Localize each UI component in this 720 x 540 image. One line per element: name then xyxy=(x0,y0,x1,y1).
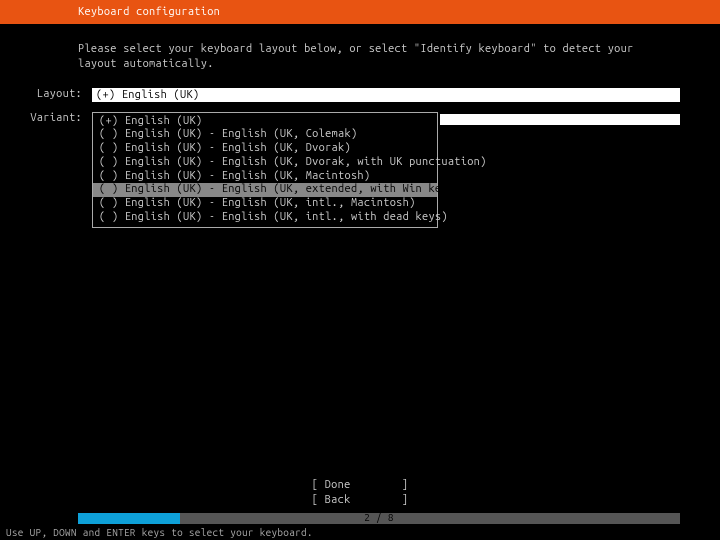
page-title: Keyboard configuration xyxy=(78,6,220,18)
variant-option[interactable]: ( ) English (UK) - English (UK, Colemak) xyxy=(93,128,437,142)
progress-bar: 2 / 8 xyxy=(78,513,680,524)
footer-hint: Use UP, DOWN and ENTER keys to select yo… xyxy=(6,527,313,538)
variant-row: Variant: (+) English (UK)( ) English (UK… xyxy=(0,112,720,228)
back-label: Back xyxy=(325,494,351,506)
variant-option[interactable]: ( ) English (UK) - English (UK, extended… xyxy=(93,183,437,197)
variant-option[interactable]: ( ) English (UK) - English (UK, Dvorak, … xyxy=(93,156,437,170)
variant-option[interactable]: ( ) English (UK) - English (UK, intl., M… xyxy=(93,197,437,211)
done-button[interactable]: [ Done] xyxy=(0,478,720,493)
variant-option[interactable]: (+) English (UK) xyxy=(93,115,437,129)
variant-option[interactable]: ( ) English (UK) - English (UK, Macintos… xyxy=(93,170,437,184)
progress-text: 2 / 8 xyxy=(78,512,680,523)
layout-row: Layout: (+) English (UK) xyxy=(0,88,720,102)
header-bar: Keyboard configuration xyxy=(0,0,720,24)
variant-option[interactable]: ( ) English (UK) - English (UK, Dvorak) xyxy=(93,142,437,156)
content-area: Please select your keyboard layout below… xyxy=(0,24,720,228)
back-button[interactable]: [ Back] xyxy=(0,493,720,508)
button-group: [ Done] [ Back] xyxy=(0,478,720,508)
progress-track: 2 / 8 xyxy=(78,513,680,524)
done-label: Done xyxy=(325,479,351,491)
layout-label: Layout: xyxy=(0,88,92,100)
variant-area: (+) English (UK)( ) English (UK) - Engli… xyxy=(92,112,680,228)
instruction-text: Please select your keyboard layout below… xyxy=(0,42,720,88)
variant-right-fill xyxy=(440,114,680,125)
layout-select[interactable]: (+) English (UK) xyxy=(92,88,680,102)
variant-label: Variant: xyxy=(0,112,92,124)
variant-option[interactable]: ( ) English (UK) - English (UK, intl., w… xyxy=(93,211,437,225)
variant-options-list[interactable]: (+) English (UK)( ) English (UK) - Engli… xyxy=(92,112,438,228)
